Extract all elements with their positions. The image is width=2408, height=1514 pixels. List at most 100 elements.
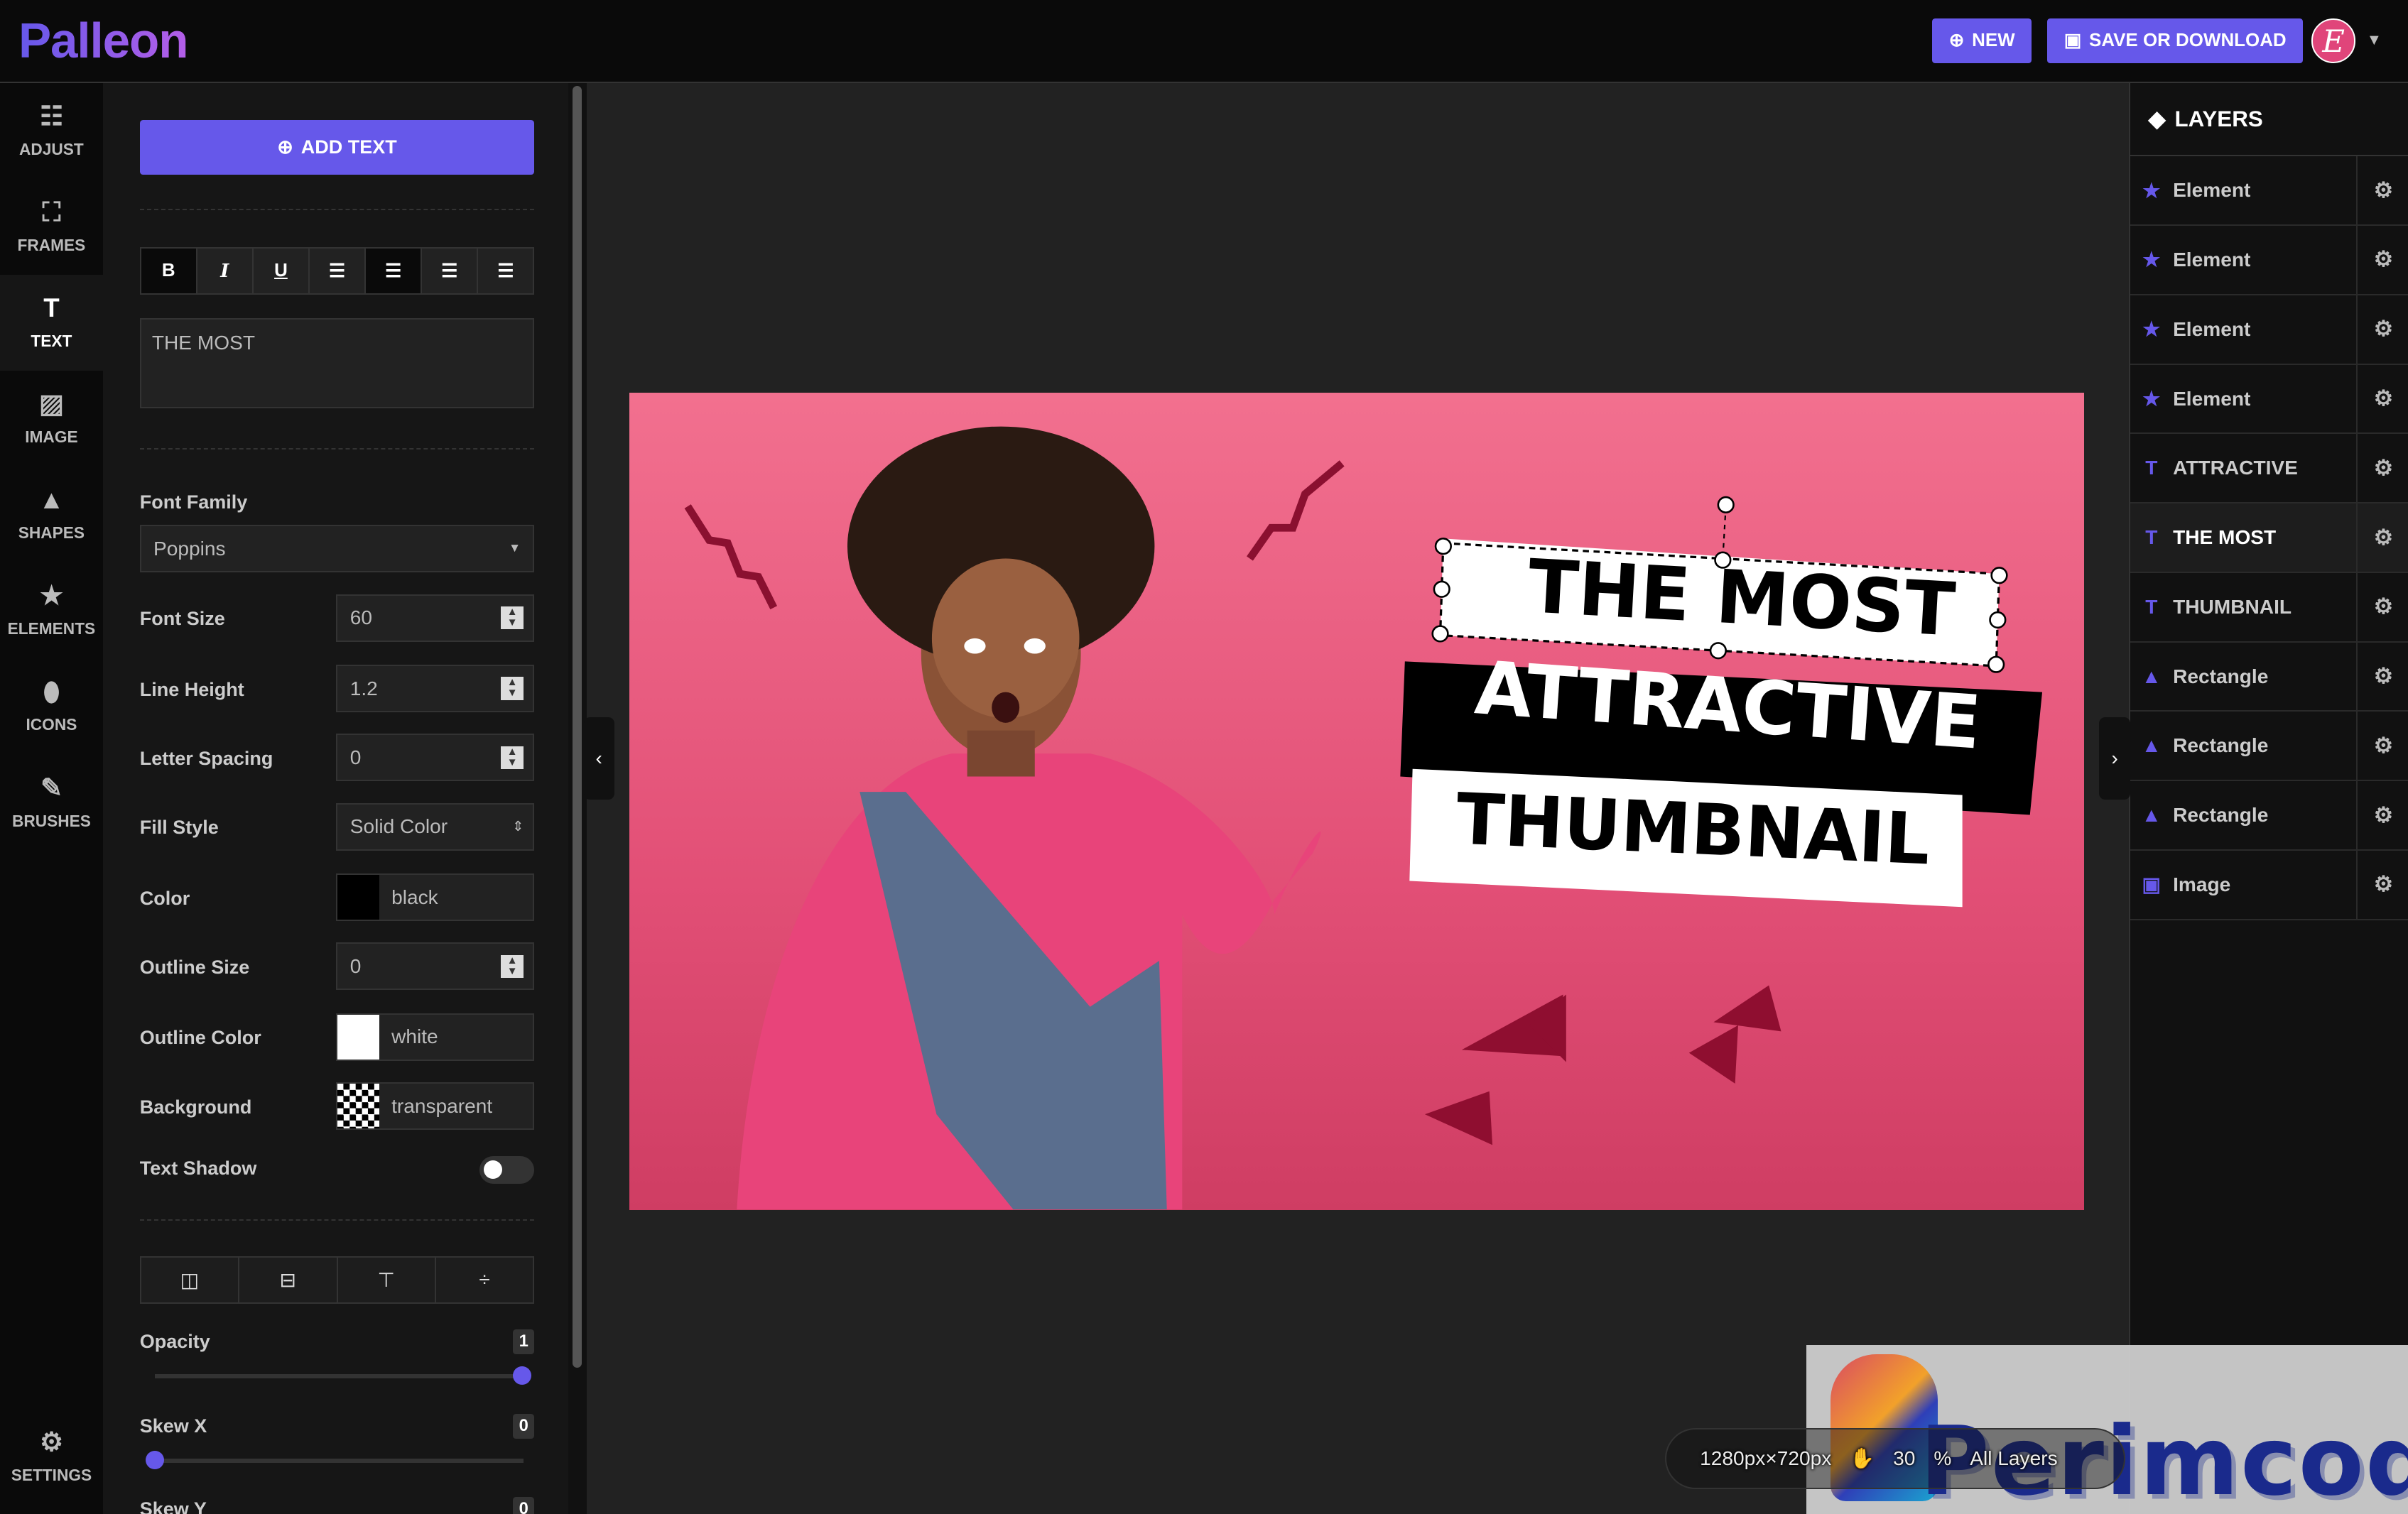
stepper-icon[interactable]: ▲ ▼ bbox=[500, 746, 524, 769]
align-hcenter-icon[interactable]: ÷ bbox=[435, 1257, 533, 1302]
nav-text[interactable]: T TEXT bbox=[0, 274, 103, 371]
shapes-icon: ▲ bbox=[2141, 665, 2162, 687]
text-shadow-toggle[interactable] bbox=[479, 1155, 535, 1184]
gear-icon[interactable]: ⚙ bbox=[2355, 642, 2408, 711]
nav-image[interactable]: ▨ IMAGE bbox=[0, 371, 103, 467]
layer-row[interactable]: ★ Element ⚙ bbox=[2130, 364, 2408, 435]
stepper-icon[interactable]: ▲ ▼ bbox=[500, 955, 524, 978]
outline-color-input[interactable]: white bbox=[336, 1013, 535, 1061]
font-size-input[interactable]: 60 ▲ ▼ bbox=[336, 594, 535, 642]
align-left-icon[interactable]: ☰ bbox=[310, 249, 367, 294]
underline-button[interactable]: U bbox=[253, 249, 310, 294]
font-family-label: Font Family bbox=[139, 491, 248, 513]
font-family-select[interactable]: Poppins ▼ bbox=[139, 525, 535, 573]
color-swatch[interactable] bbox=[337, 1015, 379, 1060]
align-right-icon[interactable]: ☰ bbox=[422, 249, 479, 294]
outline-color-value: white bbox=[391, 1025, 438, 1048]
slider-thumb[interactable] bbox=[146, 1451, 165, 1470]
zigzag-shape bbox=[685, 504, 778, 610]
align-justify-icon[interactable]: ☰ bbox=[478, 249, 533, 294]
font-family-value: Poppins bbox=[153, 537, 226, 560]
chevron-down-icon[interactable]: ▼ bbox=[2367, 31, 2382, 49]
stepper-icon[interactable]: ▲ ▼ bbox=[500, 677, 524, 700]
transparent-swatch[interactable] bbox=[337, 1084, 379, 1129]
nav-label: BRUSHES bbox=[11, 811, 91, 830]
hand-icon[interactable]: ✋ bbox=[1850, 1447, 1875, 1470]
layer-row[interactable]: T THE MOST ⚙ bbox=[2130, 503, 2408, 573]
nav-frames[interactable]: ⛶ FRAMES bbox=[0, 179, 103, 275]
panel-scrollbar[interactable] bbox=[568, 82, 587, 1514]
nav-settings[interactable]: ⚙ SETTINGS bbox=[0, 1409, 103, 1505]
add-text-button[interactable]: ⊕ ADD TEXT bbox=[139, 119, 535, 175]
position-toolbar: ◫ ⊟ ⊤ ÷ bbox=[139, 1256, 535, 1304]
nav-elements[interactable]: ★ ELEMENTS bbox=[0, 562, 103, 658]
save-button[interactable]: ▣ SAVE OR DOWNLOAD bbox=[2046, 18, 2304, 63]
nav-label: TEXT bbox=[31, 331, 72, 350]
align-center-icon[interactable]: ☰ bbox=[366, 249, 423, 294]
layers-title: LAYERS bbox=[2174, 106, 2263, 131]
text-input[interactable]: THE MOST bbox=[139, 317, 535, 409]
gear-icon[interactable]: ⚙ bbox=[2355, 364, 2408, 433]
line-height-input[interactable]: 1.2 ▲ ▼ bbox=[336, 665, 535, 713]
avatar[interactable]: E bbox=[2311, 18, 2356, 63]
color-label: Color bbox=[139, 887, 190, 909]
fill-style-select[interactable]: Solid Color ⇕ bbox=[336, 802, 535, 851]
layer-name: ATTRACTIVE bbox=[2173, 457, 2298, 479]
gear-icon[interactable]: ⚙ bbox=[2355, 851, 2408, 919]
flip-vertical-icon[interactable]: ⊟ bbox=[239, 1257, 338, 1302]
nav-brushes[interactable]: ✎ BRUSHES bbox=[0, 755, 103, 851]
layer-row[interactable]: ▲ Rectangle ⚙ bbox=[2130, 712, 2408, 782]
nav-icons[interactable]: ⬮ ICONS bbox=[0, 658, 103, 754]
layer-row[interactable]: T THUMBNAIL ⚙ bbox=[2130, 572, 2408, 643]
align-vcenter-icon[interactable]: ⊤ bbox=[337, 1257, 436, 1302]
gear-icon[interactable]: ⚙ bbox=[2355, 156, 2408, 225]
collapse-right-button[interactable]: › bbox=[2099, 717, 2130, 800]
layer-filter[interactable]: All Layers bbox=[1970, 1447, 2057, 1470]
background-input[interactable]: transparent bbox=[336, 1082, 535, 1131]
skew-x-label: Skew X bbox=[139, 1415, 207, 1437]
layer-row[interactable]: ★ Element ⚙ bbox=[2130, 156, 2408, 227]
collapse-left-button[interactable]: ‹ bbox=[583, 717, 614, 800]
fill-style-value: Solid Color bbox=[349, 815, 448, 838]
color-input[interactable]: black bbox=[336, 873, 535, 922]
triangle-shape bbox=[1689, 1025, 1739, 1084]
color-swatch[interactable] bbox=[337, 875, 379, 920]
layer-row[interactable]: ▲ Rectangle ⚙ bbox=[2130, 642, 2408, 712]
slider-thumb[interactable] bbox=[513, 1366, 532, 1385]
layer-row[interactable]: ★ Element ⚙ bbox=[2130, 295, 2408, 365]
gear-icon[interactable]: ⚙ bbox=[2355, 503, 2408, 572]
gear-icon[interactable]: ⚙ bbox=[2355, 226, 2408, 294]
gear-icon[interactable]: ⚙ bbox=[2355, 781, 2408, 849]
layer-row[interactable]: ★ Element ⚙ bbox=[2130, 226, 2408, 295]
scrollbar-thumb[interactable] bbox=[573, 86, 582, 1368]
letter-spacing-input[interactable]: 0 ▲ ▼ bbox=[336, 734, 535, 782]
layer-name: Rectangle bbox=[2173, 734, 2269, 757]
text-shadow-label: Text Shadow bbox=[139, 1158, 257, 1180]
design-canvas[interactable]: THE MOST ATTRACTIVE THUMBNAIL bbox=[629, 393, 2084, 1210]
nav-shapes[interactable]: ▲ SHAPES bbox=[0, 467, 103, 562]
layer-row[interactable]: T ATTRACTIVE ⚙ bbox=[2130, 434, 2408, 504]
layer-name: Rectangle bbox=[2173, 665, 2269, 687]
zoom-value[interactable]: 30 bbox=[1893, 1447, 1915, 1470]
gear-icon[interactable]: ⚙ bbox=[2355, 434, 2408, 503]
layer-name: Element bbox=[2173, 387, 2251, 410]
italic-button[interactable]: I bbox=[197, 249, 254, 294]
layer-row[interactable]: ▲ Rectangle ⚙ bbox=[2130, 781, 2408, 851]
skew-x-slider[interactable] bbox=[146, 1451, 524, 1470]
outline-size-label: Outline Size bbox=[139, 956, 250, 978]
image-icon: ▣ bbox=[2142, 873, 2162, 896]
bold-button[interactable]: B bbox=[141, 249, 197, 294]
star-icon: ★ bbox=[2142, 179, 2161, 202]
opacity-slider[interactable] bbox=[155, 1366, 532, 1385]
flip-horizontal-icon[interactable]: ◫ bbox=[141, 1257, 240, 1302]
outline-size-input[interactable]: 0 ▲ ▼ bbox=[336, 942, 535, 991]
gear-icon[interactable]: ⚙ bbox=[2355, 712, 2408, 780]
gear-icon[interactable]: ⚙ bbox=[2355, 295, 2408, 364]
star-icon: ★ bbox=[2142, 318, 2161, 341]
image-add-icon: ▨ bbox=[39, 389, 64, 419]
new-button[interactable]: ⊕ NEW bbox=[1931, 18, 2032, 63]
gear-icon[interactable]: ⚙ bbox=[2355, 572, 2408, 641]
nav-adjust[interactable]: ☷ ADJUST bbox=[0, 83, 103, 179]
layer-row[interactable]: ▣ Image ⚙ bbox=[2130, 851, 2408, 920]
stepper-icon[interactable]: ▲ ▼ bbox=[500, 606, 524, 630]
